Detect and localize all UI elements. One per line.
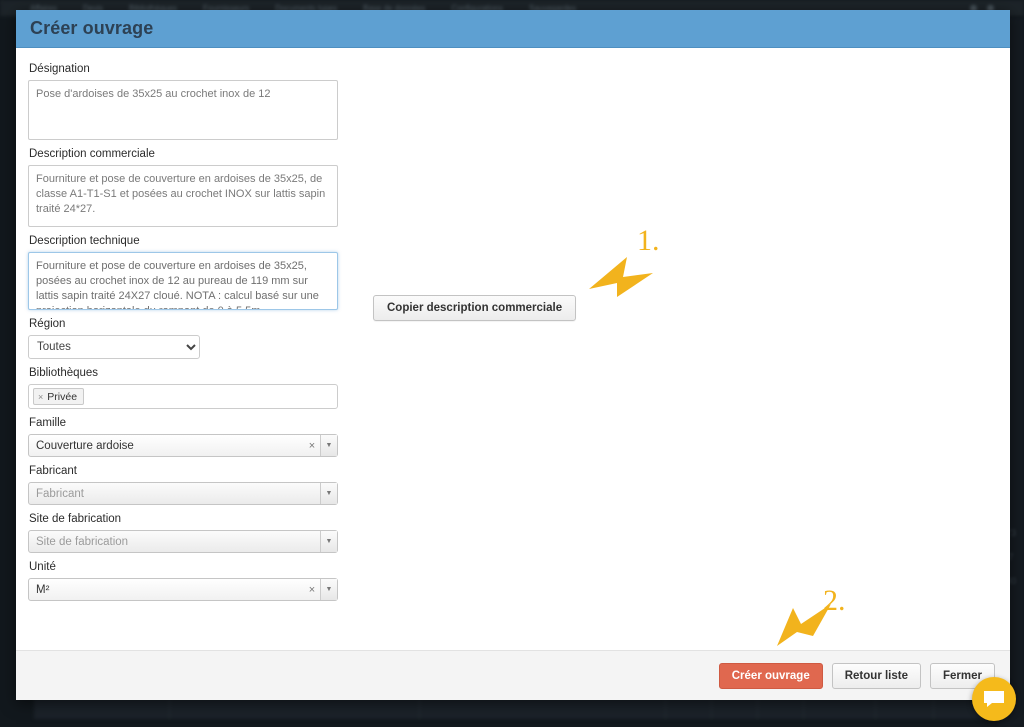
description-commerciale-label: Description commerciale — [29, 148, 155, 160]
designation-input[interactable] — [28, 80, 338, 140]
bibliotheques-tag-input[interactable]: × Privée — [28, 384, 338, 409]
creer-ouvrage-button[interactable]: Créer ouvrage — [718, 662, 823, 689]
fabricant-select[interactable]: Fabricant ▼ — [28, 482, 338, 505]
unite-value: M² — [36, 583, 50, 596]
copy-description-commerciale-button[interactable]: Copier description commerciale — [373, 295, 577, 321]
description-technique-label: Description technique — [29, 235, 140, 247]
remove-tag-icon[interactable]: × — [38, 392, 43, 402]
retour-liste-button[interactable]: Retour liste — [831, 662, 921, 689]
site-fabrication-chevron-down-icon[interactable]: ▼ — [320, 531, 337, 552]
site-fabrication-select[interactable]: Site de fabrication ▼ — [28, 530, 338, 553]
chat-bubble-icon — [984, 691, 1004, 707]
famille-label: Famille — [29, 417, 67, 429]
fabricant-label: Fabricant — [29, 465, 77, 477]
unite-clear-icon[interactable]: × — [304, 584, 320, 596]
description-technique-input[interactable] — [28, 252, 338, 310]
site-fabrication-placeholder: Site de fabrication — [36, 535, 129, 548]
region-select[interactable]: Toutes — [28, 335, 200, 359]
unite-label: Unité — [29, 561, 56, 573]
famille-select[interactable]: Couverture ardoise × ▼ — [28, 434, 338, 457]
modal-body: Désignation Description commerciale Desc… — [16, 48, 1010, 650]
bibliotheques-label: Bibliothèques — [29, 367, 99, 379]
modal-footer: Créer ouvrage Retour liste Fermer — [16, 650, 1010, 700]
description-commerciale-input[interactable] — [28, 165, 338, 227]
modal-title: Créer ouvrage — [30, 18, 154, 38]
bibliotheque-tag-label: Privée — [47, 390, 78, 403]
region-label: Région — [29, 318, 66, 330]
famille-value: Couverture ardoise — [36, 439, 134, 452]
designation-label: Désignation — [29, 63, 90, 75]
bibliotheque-tag-privee[interactable]: × Privée — [33, 388, 85, 405]
unite-chevron-down-icon[interactable]: ▼ — [320, 579, 337, 600]
create-ouvrage-modal: Créer ouvrage Désignation Description co… — [16, 10, 1010, 700]
fabricant-chevron-down-icon[interactable]: ▼ — [320, 483, 337, 504]
chat-widget-button[interactable] — [972, 677, 1016, 721]
form-column: Désignation Description commerciale Desc… — [28, 62, 348, 601]
fabricant-placeholder: Fabricant — [36, 487, 84, 500]
site-fabrication-label: Site de fabrication — [29, 513, 122, 525]
famille-chevron-down-icon[interactable]: ▼ — [320, 435, 337, 456]
famille-clear-icon[interactable]: × — [304, 440, 320, 452]
unite-select[interactable]: M² × ▼ — [28, 578, 338, 601]
modal-header: Créer ouvrage — [16, 10, 1010, 48]
